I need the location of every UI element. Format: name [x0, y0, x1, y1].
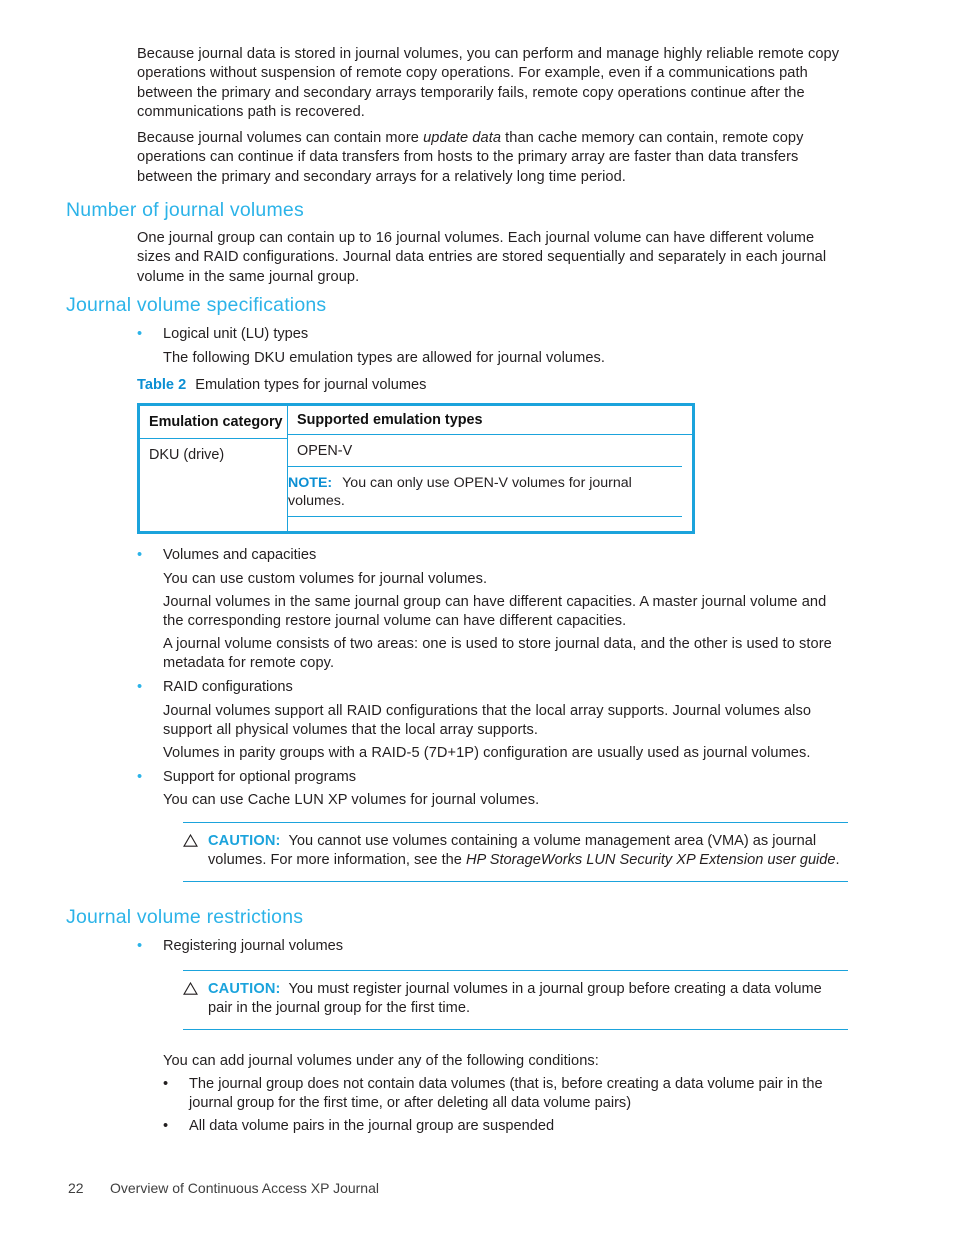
table-header-emulation-category: Emulation category: [140, 406, 287, 439]
paragraph-conditions-lead: You can add journal volumes under any of…: [163, 1053, 599, 1069]
table-note-spacer: [288, 517, 692, 531]
list-item-volumes-capacities: • Volumes and capacities: [137, 546, 847, 565]
list-item-label: Support for optional programs: [163, 769, 357, 785]
caution-text: CAUTION: You must register journal volume…: [208, 980, 848, 1019]
caution-label: CAUTION:: [208, 981, 281, 997]
paragraph-optional-detail: You can use Cache LUN XP volumes for jou…: [163, 792, 540, 808]
footer-chapter-title: Overview of Continuous Access XP Journal: [110, 1180, 379, 1196]
paragraph-raid-support: Journal volumes support all RAID configu…: [163, 703, 812, 739]
warning-triangle-icon: [183, 981, 198, 995]
note-label: NOTE:: [288, 474, 333, 491]
table-cell-emulation-type-value: OPEN-V: [297, 443, 353, 460]
list-item-label: All data volume pairs in the journal gro…: [189, 1118, 555, 1134]
table-header-supported-emulation-types: Supported emulation types: [288, 406, 692, 436]
list-item-label: The journal group does not contain data …: [189, 1076, 823, 1112]
caution-text: CAUTION: You cannot use volumes containin…: [208, 832, 848, 871]
paragraph-lu-detail: The following DKU emulation types are al…: [163, 350, 606, 366]
caution-text-part-b: .: [835, 852, 840, 869]
table-note-block: NOTE: You can only use OPEN-V volumes for…: [288, 465, 682, 517]
bullet-marker-icon: •: [163, 1076, 169, 1092]
heading-journal-volume-restrictions: Journal volume restrictions: [66, 906, 304, 928]
table-number-label: Table 2: [137, 377, 187, 393]
list-item-label: RAID configurations: [163, 679, 293, 695]
list-item-label: Logical unit (LU) types: [163, 326, 309, 342]
list-item-raid-configurations: • RAID configurations: [137, 678, 847, 697]
list-item-condition-2: • All data volume pairs in the journal g…: [163, 1117, 847, 1136]
caution-block-vma: CAUTION: You cannot use volumes containin…: [183, 822, 848, 882]
emulation-types-table: Emulation category DKU (drive) Supported…: [137, 403, 695, 534]
caution-label: CAUTION:: [208, 833, 281, 849]
bullet-marker-icon: •: [163, 1118, 169, 1134]
list-item-condition-1: • The journal group does not contain dat…: [163, 1075, 847, 1114]
bullet-marker-icon: •: [137, 769, 143, 785]
list-item-optional-programs: • Support for optional programs: [137, 768, 847, 787]
bullet-marker-icon: •: [137, 938, 143, 954]
paragraph-intro-2-part-a: Because journal volumes can contain more: [137, 130, 424, 146]
table-caption-text: Emulation types for journal volumes: [195, 377, 427, 393]
table-column-supported-types: Supported emulation types OPEN-V NOTE: Yo…: [288, 406, 692, 531]
list-item-label: Registering journal volumes: [163, 938, 344, 954]
caution-text-emphasis: HP StorageWorks LUN Security XP Extensio…: [465, 852, 836, 869]
paragraph-journal-areas: A journal volume consists of two areas: …: [163, 636, 832, 672]
paragraph-capacities: Journal volumes in the same journal grou…: [163, 594, 827, 630]
heading-journal-volume-specifications: Journal volume specifications: [66, 294, 327, 316]
caution-block-register: CAUTION: You must register journal volume…: [183, 970, 848, 1030]
footer-page-number: 22: [68, 1180, 84, 1196]
paragraph-number-of-journal-volumes: One journal group can contain up to 16 j…: [137, 230, 827, 285]
paragraph-custom-volumes: You can use custom volumes for journal v…: [163, 571, 488, 587]
table-caption: Table 2 Emulation types for journal volum…: [137, 376, 426, 394]
warning-triangle-icon: [183, 833, 198, 847]
bullet-marker-icon: •: [137, 326, 143, 342]
bullet-marker-icon: •: [137, 547, 143, 563]
caution-bottom-rule: [183, 1028, 848, 1030]
page-footer: 22 Overview of Continuous Access XP Journ…: [68, 1180, 379, 1196]
list-item-registering-journal-volumes: • Registering journal volumes: [137, 937, 847, 956]
caution-text-part-a: You must register journal volumes in a j…: [208, 981, 822, 1017]
table-cell-spacer: [140, 473, 287, 531]
document-page: Because journal data is stored in journa…: [0, 0, 954, 1235]
paragraph-raid-parity: Volumes in parity groups with a RAID-5 (…: [163, 745, 811, 761]
caution-bottom-rule: [183, 880, 848, 882]
paragraph-intro-1: Because journal data is stored in journa…: [137, 46, 840, 120]
note-text: You can only use OPEN-V volumes for jour…: [288, 474, 632, 509]
paragraph-intro-2-emphasis: update data: [423, 130, 502, 146]
heading-number-of-journal-volumes: Number of journal volumes: [66, 199, 304, 221]
bullet-marker-icon: •: [137, 679, 143, 695]
table-cell-category-value: DKU (drive): [149, 447, 225, 463]
list-item-lu-types: • Logical unit (LU) types: [137, 325, 847, 344]
list-item-label: Volumes and capacities: [163, 547, 317, 563]
paragraph-intro-2: Because journal volumes can contain more…: [137, 129, 847, 187]
table-column-emulation-category: Emulation category DKU (drive): [140, 406, 288, 531]
